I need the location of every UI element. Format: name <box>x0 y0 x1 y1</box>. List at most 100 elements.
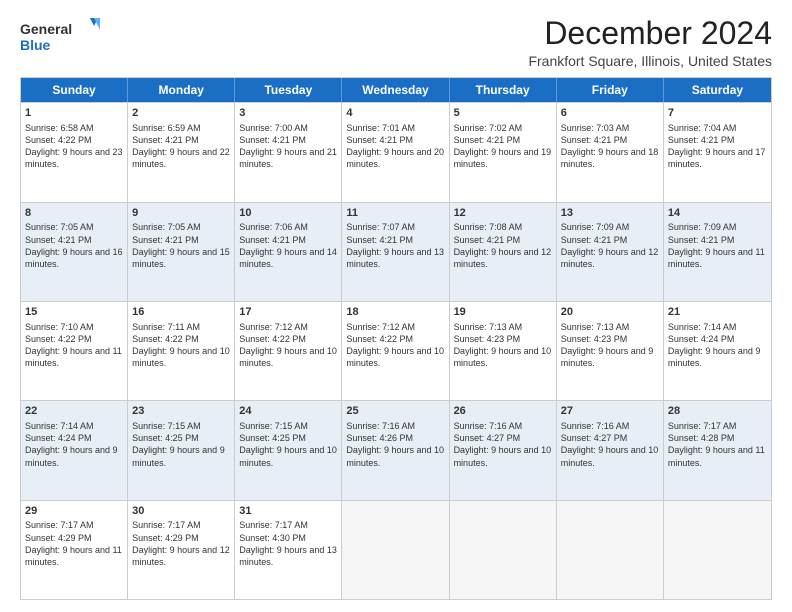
day-cell-5: 5Sunrise: 7:02 AMSunset: 4:21 PMDaylight… <box>450 103 557 201</box>
day-number: 12 <box>454 206 552 221</box>
day-header-thursday: Thursday <box>450 78 557 102</box>
day-cell-16: 16Sunrise: 7:11 AMSunset: 4:22 PMDayligh… <box>128 302 235 400</box>
day-info: Sunset: 4:22 PM <box>25 134 123 146</box>
day-info: Sunrise: 7:03 AM <box>561 122 659 134</box>
day-info: Daylight: 9 hours and 11 minutes. <box>668 246 767 270</box>
day-info: Daylight: 9 hours and 11 minutes. <box>668 444 767 468</box>
day-cell-3: 3Sunrise: 7:00 AMSunset: 4:21 PMDaylight… <box>235 103 342 201</box>
day-info: Sunrise: 7:04 AM <box>668 122 767 134</box>
day-number: 15 <box>25 305 123 320</box>
day-info: Sunset: 4:22 PM <box>346 333 444 345</box>
day-info: Daylight: 9 hours and 16 minutes. <box>25 246 123 270</box>
day-cell-30: 30Sunrise: 7:17 AMSunset: 4:29 PMDayligh… <box>128 501 235 599</box>
header: General Blue December 2024 Frankfort Squ… <box>20 16 772 69</box>
day-cell-9: 9Sunrise: 7:05 AMSunset: 4:21 PMDaylight… <box>128 203 235 301</box>
day-info: Sunset: 4:21 PM <box>25 234 123 246</box>
day-info: Sunset: 4:29 PM <box>132 532 230 544</box>
day-info: Sunrise: 7:16 AM <box>561 420 659 432</box>
day-info: Sunset: 4:29 PM <box>25 532 123 544</box>
day-number: 23 <box>132 404 230 419</box>
day-number: 9 <box>132 206 230 221</box>
day-info: Sunrise: 7:06 AM <box>239 221 337 233</box>
day-info: Daylight: 9 hours and 10 minutes. <box>132 345 230 369</box>
day-info: Sunrise: 7:12 AM <box>346 321 444 333</box>
day-cell-24: 24Sunrise: 7:15 AMSunset: 4:25 PMDayligh… <box>235 401 342 499</box>
day-info: Sunset: 4:21 PM <box>346 234 444 246</box>
day-number: 11 <box>346 206 444 221</box>
day-info: Sunset: 4:21 PM <box>668 134 767 146</box>
day-info: Sunset: 4:21 PM <box>454 134 552 146</box>
day-info: Daylight: 9 hours and 13 minutes. <box>346 246 444 270</box>
day-info: Sunset: 4:22 PM <box>25 333 123 345</box>
day-info: Sunset: 4:21 PM <box>668 234 767 246</box>
day-number: 16 <box>132 305 230 320</box>
day-info: Sunset: 4:21 PM <box>561 134 659 146</box>
day-cell-21: 21Sunrise: 7:14 AMSunset: 4:24 PMDayligh… <box>664 302 771 400</box>
day-cell-2: 2Sunrise: 6:59 AMSunset: 4:21 PMDaylight… <box>128 103 235 201</box>
day-number: 17 <box>239 305 337 320</box>
day-info: Daylight: 9 hours and 12 minutes. <box>454 246 552 270</box>
day-info: Sunrise: 7:09 AM <box>561 221 659 233</box>
day-info: Daylight: 9 hours and 10 minutes. <box>454 444 552 468</box>
day-cell-31: 31Sunrise: 7:17 AMSunset: 4:30 PMDayligh… <box>235 501 342 599</box>
day-info: Daylight: 9 hours and 15 minutes. <box>132 246 230 270</box>
day-number: 18 <box>346 305 444 320</box>
day-number: 6 <box>561 106 659 121</box>
day-cell-12: 12Sunrise: 7:08 AMSunset: 4:21 PMDayligh… <box>450 203 557 301</box>
main-title: December 2024 <box>528 16 772 51</box>
day-info: Sunrise: 7:16 AM <box>346 420 444 432</box>
day-info: Sunrise: 7:11 AM <box>132 321 230 333</box>
day-info: Sunset: 4:21 PM <box>239 134 337 146</box>
day-number: 31 <box>239 504 337 519</box>
empty-cell <box>664 501 771 599</box>
day-info: Sunset: 4:21 PM <box>561 234 659 246</box>
day-cell-20: 20Sunrise: 7:13 AMSunset: 4:23 PMDayligh… <box>557 302 664 400</box>
day-info: Sunrise: 7:10 AM <box>25 321 123 333</box>
empty-cell <box>342 501 449 599</box>
day-info: Daylight: 9 hours and 18 minutes. <box>561 146 659 170</box>
day-info: Sunset: 4:21 PM <box>454 234 552 246</box>
day-number: 24 <box>239 404 337 419</box>
day-cell-29: 29Sunrise: 7:17 AMSunset: 4:29 PMDayligh… <box>21 501 128 599</box>
day-cell-7: 7Sunrise: 7:04 AMSunset: 4:21 PMDaylight… <box>664 103 771 201</box>
day-cell-4: 4Sunrise: 7:01 AMSunset: 4:21 PMDaylight… <box>342 103 449 201</box>
day-info: Sunrise: 7:17 AM <box>25 519 123 531</box>
svg-text:General: General <box>20 21 72 37</box>
day-number: 30 <box>132 504 230 519</box>
empty-cell <box>450 501 557 599</box>
day-info: Daylight: 9 hours and 10 minutes. <box>561 444 659 468</box>
day-number: 27 <box>561 404 659 419</box>
week-row-4: 22Sunrise: 7:14 AMSunset: 4:24 PMDayligh… <box>21 400 771 499</box>
day-info: Daylight: 9 hours and 12 minutes. <box>132 544 230 568</box>
calendar: SundayMondayTuesdayWednesdayThursdayFrid… <box>20 77 772 600</box>
week-row-1: 1Sunrise: 6:58 AMSunset: 4:22 PMDaylight… <box>21 102 771 201</box>
day-cell-13: 13Sunrise: 7:09 AMSunset: 4:21 PMDayligh… <box>557 203 664 301</box>
day-cell-8: 8Sunrise: 7:05 AMSunset: 4:21 PMDaylight… <box>21 203 128 301</box>
day-info: Daylight: 9 hours and 19 minutes. <box>454 146 552 170</box>
day-number: 10 <box>239 206 337 221</box>
day-number: 28 <box>668 404 767 419</box>
day-number: 5 <box>454 106 552 121</box>
day-info: Sunrise: 7:17 AM <box>239 519 337 531</box>
title-block: December 2024 Frankfort Square, Illinois… <box>528 16 772 69</box>
day-info: Sunset: 4:24 PM <box>668 333 767 345</box>
day-info: Daylight: 9 hours and 20 minutes. <box>346 146 444 170</box>
day-info: Daylight: 9 hours and 9 minutes. <box>132 444 230 468</box>
day-info: Daylight: 9 hours and 10 minutes. <box>346 345 444 369</box>
day-info: Sunrise: 7:12 AM <box>239 321 337 333</box>
day-info: Sunset: 4:25 PM <box>239 432 337 444</box>
logo-svg: General Blue <box>20 16 100 56</box>
day-info: Daylight: 9 hours and 11 minutes. <box>25 345 123 369</box>
day-cell-19: 19Sunrise: 7:13 AMSunset: 4:23 PMDayligh… <box>450 302 557 400</box>
day-info: Sunrise: 7:09 AM <box>668 221 767 233</box>
day-info: Sunset: 4:23 PM <box>561 333 659 345</box>
day-cell-22: 22Sunrise: 7:14 AMSunset: 4:24 PMDayligh… <box>21 401 128 499</box>
day-info: Daylight: 9 hours and 22 minutes. <box>132 146 230 170</box>
day-cell-14: 14Sunrise: 7:09 AMSunset: 4:21 PMDayligh… <box>664 203 771 301</box>
day-info: Sunset: 4:21 PM <box>346 134 444 146</box>
day-number: 19 <box>454 305 552 320</box>
day-cell-18: 18Sunrise: 7:12 AMSunset: 4:22 PMDayligh… <box>342 302 449 400</box>
day-cell-15: 15Sunrise: 7:10 AMSunset: 4:22 PMDayligh… <box>21 302 128 400</box>
day-info: Daylight: 9 hours and 9 minutes. <box>668 345 767 369</box>
day-info: Sunrise: 7:17 AM <box>132 519 230 531</box>
